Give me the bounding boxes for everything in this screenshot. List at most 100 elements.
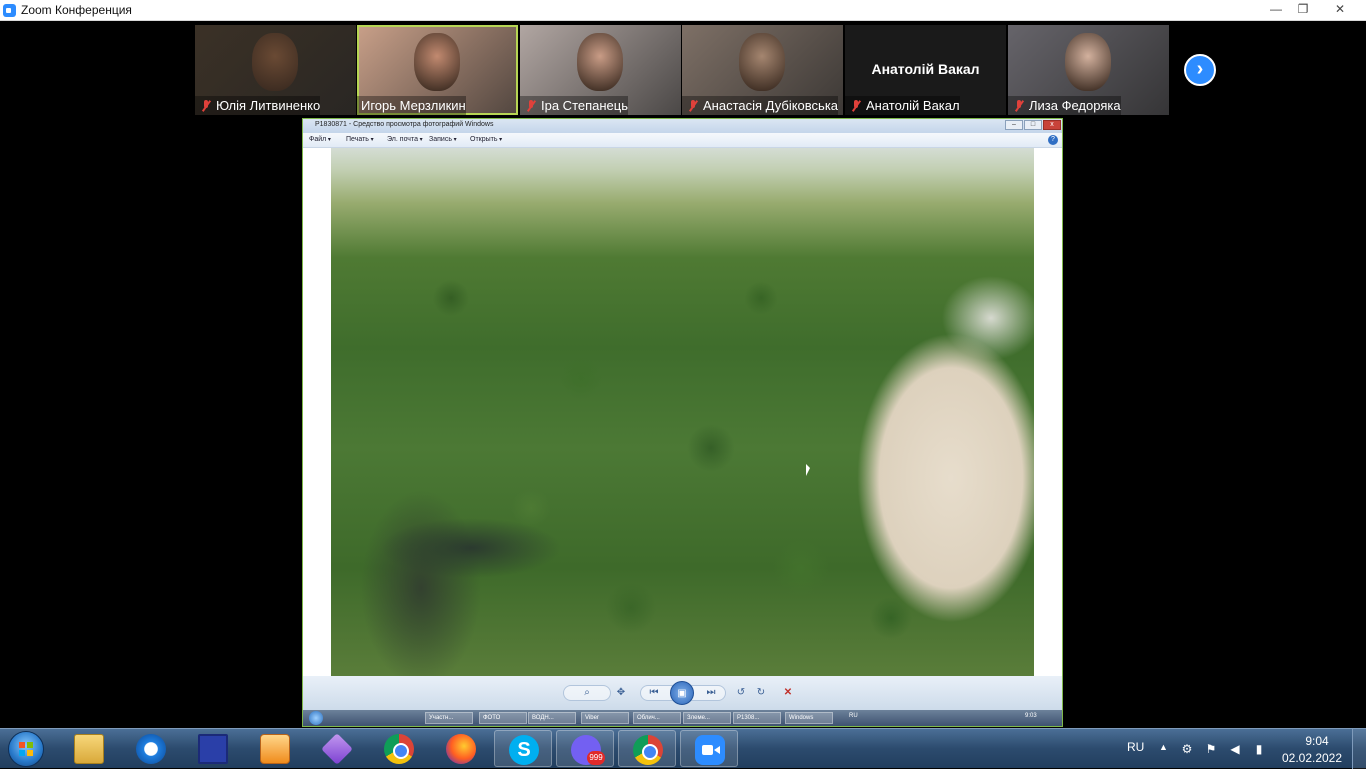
taskbar-ie-button[interactable] (122, 730, 180, 767)
mic-muted-icon (849, 99, 863, 113)
help-icon[interactable]: ? (1048, 135, 1058, 145)
taskbar-pen-button[interactable] (308, 730, 366, 767)
participant-name: Игорь Мерзликин (361, 98, 466, 113)
photo-viewer-title: P1830871 - Средство просмотра фотографий… (315, 121, 494, 128)
participant-name: Анастасія Дубіковська (703, 98, 839, 113)
menu-open[interactable]: Открыть (470, 136, 502, 143)
participant-name-bar: Іра Степанець (520, 96, 629, 115)
participant-tile[interactable]: Анатолій Вакал Анатолій Вакал (845, 25, 1006, 115)
remote-start-icon[interactable] (309, 711, 323, 725)
taskbar-chrome-button[interactable] (370, 730, 428, 767)
menu-file[interactable]: Файл (309, 136, 331, 143)
start-button[interactable] (8, 731, 44, 767)
show-hidden-icons-icon[interactable]: ▲ (1159, 742, 1168, 752)
participant-tile[interactable]: Анастасія Дубіковська (682, 25, 843, 115)
close-button[interactable]: ✕ (1317, 0, 1363, 19)
zoom-title-bar: Zoom Конференция — ❐ ✕ (0, 0, 1366, 21)
participant-name-bar: Анастасія Дубіковська (682, 96, 839, 115)
remote-task-button[interactable]: P1308... (733, 712, 781, 724)
remote-task-button[interactable]: Viber (581, 712, 629, 724)
language-indicator[interactable]: RU (1127, 740, 1144, 754)
windows-logo-icon (19, 742, 33, 756)
player-icon (260, 734, 290, 764)
taskbar-save-button[interactable] (184, 730, 242, 767)
slideshow-button[interactable]: ▣ (670, 681, 694, 705)
shared-screen[interactable]: P1830871 - Средство просмотра фотографий… (302, 118, 1063, 727)
participant-video (252, 33, 298, 91)
mic-muted-icon (524, 99, 538, 113)
photo-viewer-controls: ⌕ ✥ ⏮ ▣ ⏭ ↺ ↻ ✕ (303, 676, 1062, 710)
menu-email[interactable]: Эл. почта (387, 136, 423, 143)
previous-icon[interactable]: ⏮ (646, 687, 662, 699)
show-desktop-button[interactable] (1352, 729, 1366, 769)
photo-viewer-menu-bar: Файл Печать Эл. почта Запись Открыть ? (303, 133, 1062, 148)
chrome-icon (384, 734, 414, 764)
notification-badge: 999 (587, 751, 605, 765)
signal-icon[interactable]: ▮ (1252, 742, 1266, 756)
participant-name: Лиза Федоряка (1029, 98, 1121, 113)
skype-icon: S (509, 735, 539, 765)
remote-task-button[interactable]: Windows (785, 712, 833, 724)
mouse-cursor-icon (806, 464, 810, 476)
participant-name: Анатолій Вакал (866, 98, 960, 113)
participant-video (577, 33, 623, 91)
participant-tile[interactable]: Игорь Мерзликин (357, 25, 518, 115)
minimize-button[interactable]: — (1262, 0, 1290, 19)
volume-icon[interactable]: ◀ (1228, 742, 1242, 756)
fit-icon[interactable]: ✥ (613, 687, 629, 699)
participant-video (414, 33, 460, 91)
photo-viewer-title-bar: P1830871 - Средство просмотра фотографий… (303, 119, 1062, 133)
mic-muted-icon (686, 99, 700, 113)
participant-name-bar: Анатолій Вакал (845, 96, 960, 115)
participant-name-bar: Игорь Мерзликин (357, 96, 466, 115)
clock-time[interactable]: 9:04 (1292, 734, 1342, 748)
meeting-area: Юлія Литвиненко Игорь Мерзликин Іра Степан… (0, 21, 1366, 728)
taskbar-viber-button[interactable]: 999 (556, 730, 614, 767)
participant-big-name: Анатолій Вакал (871, 61, 980, 77)
rotate-left-icon[interactable]: ↺ (733, 687, 749, 699)
remote-task-button[interactable]: Участн... (425, 712, 473, 724)
menu-print[interactable]: Печать (346, 136, 374, 143)
pen-icon (321, 733, 353, 765)
participant-video (1065, 33, 1111, 91)
viber-icon: 999 (571, 735, 605, 765)
window-title: Zoom Конференция (21, 3, 132, 17)
photo-viewer-maximize-button[interactable]: □ (1024, 120, 1042, 130)
next-icon[interactable]: ⏭ (703, 687, 719, 699)
photo-viewer-close-button[interactable]: x (1043, 120, 1061, 130)
tray-app-icon[interactable]: ⚙ (1180, 742, 1194, 756)
menu-burn[interactable]: Запись (429, 136, 457, 143)
taskbar-player-button[interactable] (246, 730, 304, 767)
participant-name-bar: Лиза Федоряка (1008, 96, 1121, 115)
remote-task-button[interactable]: Облич... (633, 712, 681, 724)
taskbar-firefox-button[interactable] (432, 730, 490, 767)
taskbar-skype-button[interactable]: S (494, 730, 552, 767)
clock-date[interactable]: 02.02.2022 (1280, 751, 1344, 765)
remote-task-button[interactable]: ВОДН... (528, 712, 576, 724)
remote-task-button[interactable]: Злеме... (683, 712, 731, 724)
zoom-icon (695, 735, 725, 765)
participant-name-bar: Юлія Литвиненко (195, 96, 321, 115)
zoom-logo-icon (3, 4, 16, 17)
landscape-photo (331, 148, 1034, 676)
taskbar-chrome-button[interactable] (618, 730, 676, 767)
rotate-right-icon[interactable]: ↻ (753, 687, 769, 699)
participant-tile[interactable]: Іра Степанець (520, 25, 681, 115)
taskbar-explorer-button[interactable] (60, 730, 118, 767)
remote-task-button[interactable]: ФОТО (479, 712, 527, 724)
participant-tile[interactable]: Юлія Литвиненко (195, 25, 356, 115)
participant-video (739, 33, 785, 91)
zoom-icon[interactable]: ⌕ (579, 687, 595, 699)
taskbar-zoom-button[interactable] (680, 730, 738, 767)
network-warning-icon[interactable]: ⚑ (1204, 742, 1218, 756)
participant-tile[interactable]: Лиза Федоряка (1008, 25, 1169, 115)
ie-icon (136, 734, 166, 764)
photo-viewer-minimize-button[interactable]: – (1005, 120, 1023, 130)
next-page-button[interactable]: › (1184, 54, 1216, 86)
participant-name: Іра Степанець (541, 98, 629, 113)
chrome-icon (633, 735, 663, 765)
save-icon (198, 734, 228, 764)
delete-icon[interactable]: ✕ (780, 687, 796, 699)
mic-muted-icon (1012, 99, 1026, 113)
maximize-button[interactable]: ❐ (1289, 0, 1317, 19)
